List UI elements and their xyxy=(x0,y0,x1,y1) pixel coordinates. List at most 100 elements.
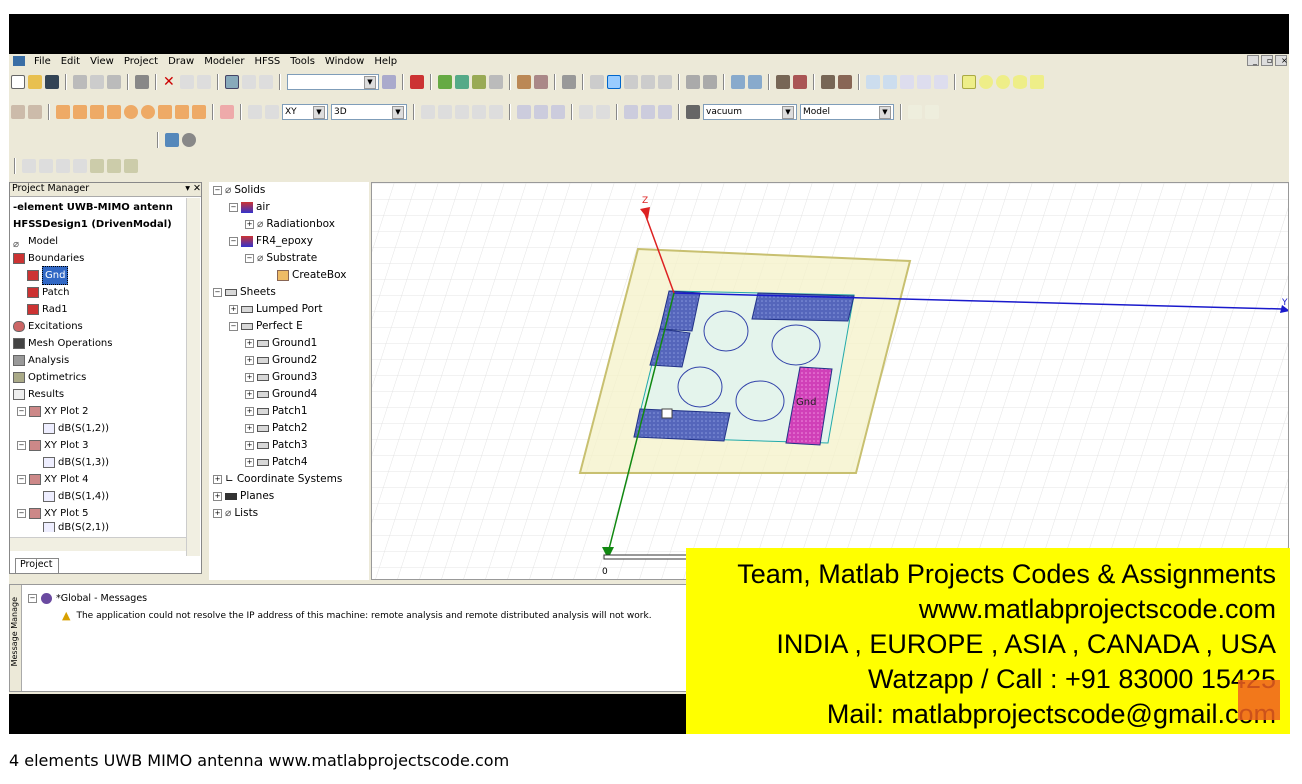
tree-ground2[interactable]: + Ground2 xyxy=(209,352,369,369)
tree-planes[interactable]: + Planes xyxy=(209,488,369,505)
select-object-icon[interactable] xyxy=(242,75,256,89)
tree-project[interactable]: -element UWB-MIMO antenn xyxy=(13,199,185,216)
modeler-viewport[interactable]: Gnd Y Z 0 xyxy=(371,182,1289,580)
fields-icon[interactable] xyxy=(124,159,138,173)
tree-patch4[interactable]: + Patch4 xyxy=(209,454,369,471)
zoom-in-icon[interactable] xyxy=(686,75,700,89)
unite-icon[interactable] xyxy=(421,105,435,119)
sweep-setup-icon[interactable] xyxy=(90,159,104,173)
tree-ground1[interactable]: + Ground1 xyxy=(209,335,369,352)
menu-file[interactable]: File xyxy=(29,56,56,67)
delete-icon[interactable]: ✕ xyxy=(163,75,177,89)
view-mode-combo[interactable]: 3D ▼ xyxy=(331,104,407,120)
draw-sphere-icon[interactable] xyxy=(124,105,138,119)
tree-substrate[interactable]: − ⌀ Substrate xyxy=(209,250,369,267)
duplicate-around-icon[interactable] xyxy=(641,105,655,119)
tree-design[interactable]: HFSSDesign1 (DrivenModal) xyxy=(13,216,185,233)
select-face-icon[interactable] xyxy=(259,75,273,89)
message-manager-tab[interactable]: Message Manage xyxy=(10,585,22,691)
stop-icon[interactable] xyxy=(410,75,424,89)
filter-icon[interactable] xyxy=(382,75,396,89)
show-icon[interactable] xyxy=(821,75,835,89)
project-tree-hscrollbar[interactable] xyxy=(10,537,186,551)
draw-cone-icon[interactable] xyxy=(90,105,104,119)
split-icon[interactable] xyxy=(472,105,486,119)
minimize-button[interactable]: _ xyxy=(1247,55,1259,66)
undo-icon[interactable] xyxy=(180,75,194,89)
save-icon[interactable] xyxy=(45,75,59,89)
spin-icon[interactable] xyxy=(641,75,655,89)
help-icon[interactable] xyxy=(11,105,25,119)
rotate-object-icon[interactable] xyxy=(534,105,548,119)
draw-torus-icon[interactable] xyxy=(141,105,155,119)
imprint-icon[interactable] xyxy=(489,105,503,119)
rotate-icon[interactable] xyxy=(607,75,621,89)
results-icon[interactable] xyxy=(472,75,486,89)
tree-analysis[interactable]: Analysis xyxy=(13,352,185,369)
tree-trace-s13[interactable]: dB(S(1,3)) xyxy=(13,454,185,471)
tree-trace-s14[interactable]: dB(S(1,4)) xyxy=(13,488,185,505)
menu-edit[interactable]: Edit xyxy=(56,56,85,67)
tree-lumped-port[interactable]: + Lumped Port xyxy=(209,301,369,318)
tree-results[interactable]: Results xyxy=(13,386,185,403)
fit-selection-icon[interactable] xyxy=(748,75,762,89)
draw-circle-icon[interactable] xyxy=(979,75,993,89)
tree-boundaries[interactable]: Boundaries xyxy=(13,250,185,267)
tree-xy-plot-4[interactable]: − XY Plot 4 xyxy=(13,471,185,488)
material-combo[interactable]: vacuum ▼ xyxy=(703,104,797,120)
tree-patch[interactable]: Patch xyxy=(13,284,185,301)
menu-modeler[interactable]: Modeler xyxy=(199,56,249,67)
zoom-icon[interactable] xyxy=(658,75,672,89)
draw-helix-icon[interactable] xyxy=(158,105,172,119)
hfss-3d-icon[interactable] xyxy=(165,133,179,147)
close-button[interactable]: × xyxy=(1275,55,1288,66)
menu-help[interactable]: Help xyxy=(369,56,402,67)
zoom-out-icon[interactable] xyxy=(703,75,717,89)
tree-gnd[interactable]: Gnd xyxy=(13,266,185,285)
excitation-icon[interactable] xyxy=(39,159,53,173)
radiation-icon[interactable] xyxy=(182,133,196,147)
tree-ground3[interactable]: + Ground3 xyxy=(209,369,369,386)
plot-icon[interactable] xyxy=(534,75,548,89)
new-icon[interactable] xyxy=(11,75,25,89)
tree-xy-plot-2[interactable]: − XY Plot 2 xyxy=(13,403,185,420)
analyze-icon[interactable] xyxy=(455,75,469,89)
restore-button[interactable]: ▫ xyxy=(1261,55,1273,66)
cut-icon[interactable] xyxy=(73,75,87,89)
draw-equation-icon[interactable] xyxy=(934,75,948,89)
duplicate-along-icon[interactable] xyxy=(624,105,638,119)
tree-lists[interactable]: + ⌀ Lists xyxy=(209,505,369,522)
message-group[interactable]: − *Global - Messages xyxy=(28,593,147,604)
tree-patch3[interactable]: + Patch3 xyxy=(209,437,369,454)
tree-xy-plot-3[interactable]: − XY Plot 3 xyxy=(13,437,185,454)
tree-mesh-operations[interactable]: Mesh Operations xyxy=(13,335,185,352)
point-icon[interactable] xyxy=(248,105,262,119)
draw-rectangle-icon[interactable] xyxy=(962,75,976,89)
fit-all-icon[interactable] xyxy=(731,75,745,89)
tree-trace-s12[interactable]: dB(S(1,2)) xyxy=(13,420,185,437)
draw-spline-icon[interactable] xyxy=(883,75,897,89)
select-icon[interactable] xyxy=(225,75,239,89)
draw-spiral-icon[interactable] xyxy=(175,105,189,119)
paste-icon[interactable] xyxy=(107,75,121,89)
material-icon[interactable] xyxy=(686,105,700,119)
orbit-icon[interactable] xyxy=(624,75,638,89)
tree-excitations[interactable]: Excitations xyxy=(13,318,185,335)
draw-bondwire-icon[interactable] xyxy=(192,105,206,119)
draw-box-icon[interactable] xyxy=(1030,75,1044,89)
view-icon[interactable] xyxy=(776,75,790,89)
field-overlay-icon[interactable] xyxy=(517,75,531,89)
tab-project[interactable]: Project xyxy=(15,558,59,574)
draw-regpolygon-icon[interactable] xyxy=(996,75,1010,89)
plane-icon[interactable] xyxy=(265,105,279,119)
open-icon[interactable] xyxy=(28,75,42,89)
menu-window[interactable]: Window xyxy=(320,56,369,67)
mesh-icon[interactable] xyxy=(56,159,70,173)
draw-cylinder-icon[interactable] xyxy=(56,105,70,119)
report-icon[interactable] xyxy=(489,75,503,89)
copy-icon[interactable] xyxy=(90,75,104,89)
tree-patch1[interactable]: + Patch1 xyxy=(209,403,369,420)
mirror-icon[interactable] xyxy=(551,105,565,119)
validate-icon[interactable] xyxy=(438,75,452,89)
duplicate-mirror-icon[interactable] xyxy=(658,105,672,119)
